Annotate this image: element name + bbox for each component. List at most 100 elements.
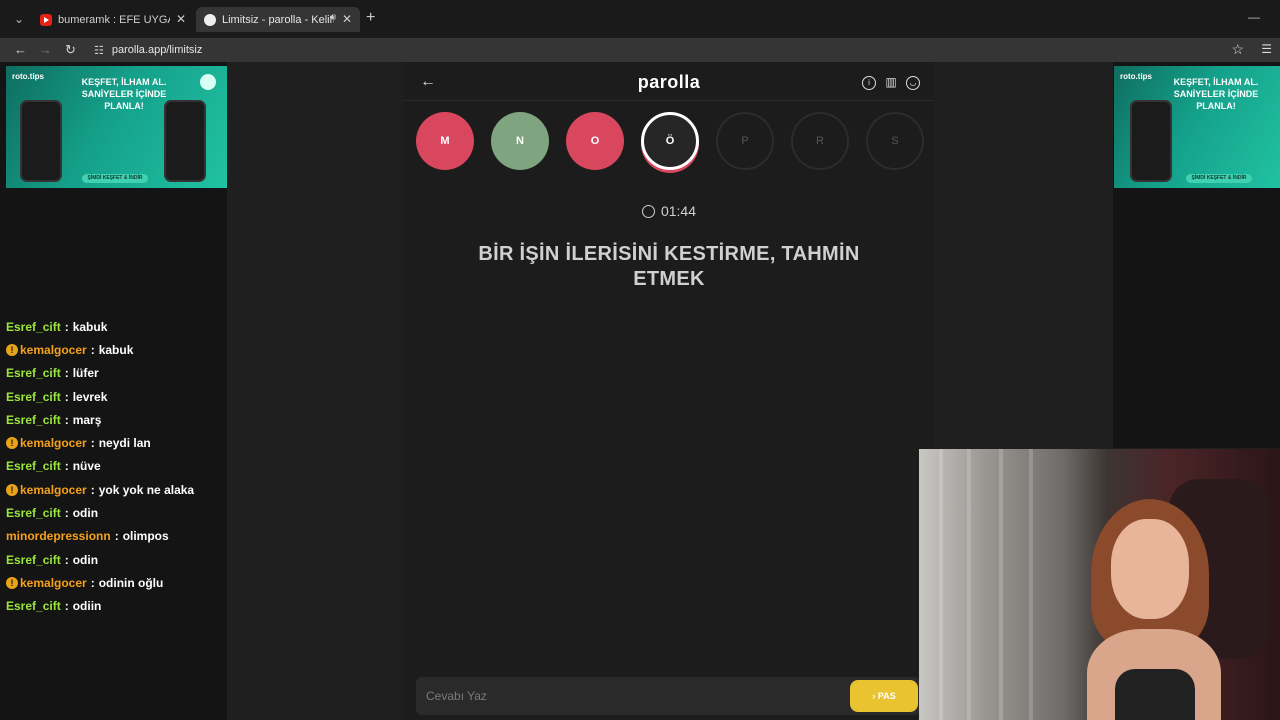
chat-username[interactable]: Esref_cift (6, 599, 61, 613)
chat-separator: : (90, 482, 95, 497)
chat-username[interactable]: Esref_cift (6, 553, 61, 567)
reading-list-icon[interactable]: ☰ (1261, 42, 1272, 56)
site-settings-icon[interactable]: ☷ (94, 44, 104, 57)
tab-title: bumeramk : EFE UYGAC AKIMI (58, 13, 170, 26)
chat-message: Esref_cift: levrek (6, 385, 227, 408)
chat-username[interactable]: Esref_cift (6, 320, 61, 334)
phone-image (164, 100, 206, 182)
chat-message: Esref_cift: marş (6, 408, 227, 431)
ad-cta-button[interactable]: ŞİMDİ KEŞFET & İNDİR (1186, 174, 1252, 183)
chat-message: Esref_cift: odiin (6, 595, 227, 618)
chat-message: Esref_cift: lüfer (6, 362, 227, 385)
tab-search-chevron-icon[interactable]: ⌄ (10, 10, 28, 28)
timer: 01:44 (404, 203, 934, 219)
streamer-top (1115, 669, 1195, 720)
chat-separator: : (90, 575, 95, 590)
chat-username[interactable]: Esref_cift (6, 413, 61, 427)
game-panel: ← parolla i ▥ ◡ MNOÖPRS 01:44 BİR İŞİN İ… (404, 62, 934, 720)
webcam-overlay (919, 449, 1280, 720)
new-tab-plus-icon[interactable]: + (366, 10, 375, 26)
chat-log: Esref_cift: kabuk! kemalgocer: kabuk Esref_c… (6, 315, 227, 618)
chat-message: Esref_cift: kabuk (6, 315, 227, 338)
chat-username[interactable]: Esref_cift (6, 366, 61, 380)
tab-title: Limitsiz - parolla - Kelime oyunu (222, 13, 334, 26)
letter-circle-pending: P (716, 112, 774, 170)
address-bar[interactable]: ☷ parolla.app/limitsiz (86, 39, 1256, 61)
chat-separator: : (64, 319, 69, 334)
question-text: BİR İŞİN İLERİSİNİ KESTİRME, TAHMİN ETME… (478, 243, 860, 290)
chat-text: nüve (72, 459, 101, 474)
back-arrow-icon[interactable]: ← (14, 42, 27, 57)
ad-brand: roto.tips (1120, 72, 1152, 81)
letter-circle-pending: S (866, 112, 924, 170)
chat-text: kabuk (72, 319, 108, 334)
user-profile-icon[interactable]: ◡ (906, 76, 920, 90)
chat-separator: : (64, 506, 69, 521)
phone-image (1130, 100, 1172, 182)
timer-value: 01:44 (660, 203, 697, 219)
chat-text: marş (72, 412, 102, 427)
browser-tab-bar: ⌄ bumeramk : EFE UYGAC AKIMI ✕ Limitsiz … (0, 0, 1280, 38)
chat-text: odinin oğlu (98, 575, 164, 590)
curtain-fold (967, 449, 971, 720)
alert-badge-icon: ! (6, 576, 18, 589)
chat-username[interactable]: kemalgocer (20, 436, 87, 450)
chat-text: lüfer (72, 366, 99, 381)
youtube-icon (40, 13, 52, 26)
chat-username[interactable]: Esref_cift (6, 390, 61, 404)
minimize-icon[interactable]: — (1248, 10, 1260, 24)
clock-icon (641, 205, 655, 218)
chat-separator: : (114, 529, 119, 544)
chat-username[interactable]: kemalgocer (20, 483, 87, 497)
alert-badge-icon: ! (6, 483, 18, 496)
browser-tab-youtube[interactable]: bumeramk : EFE UYGAC AKIMI ✕ (32, 7, 194, 32)
chat-separator: : (64, 412, 69, 427)
chat-text: odin (72, 552, 99, 567)
reload-icon[interactable]: ↻ (65, 42, 76, 58)
pass-button[interactable]: › PAS (850, 680, 918, 712)
stats-bar-chart-icon[interactable]: ▥ (884, 76, 898, 90)
streamer (1079, 499, 1229, 720)
chat-username[interactable]: minordepressionn (6, 529, 111, 543)
parolla-icon (204, 13, 216, 26)
ad-banner-left[interactable]: roto.tips KEŞFET, İLHAM AL. SANİYELER İÇ… (6, 66, 227, 188)
alert-badge-icon: ! (6, 437, 18, 450)
chat-username[interactable]: Esref_cift (6, 459, 61, 473)
browser-toolbar: ← → ↻ ☷ parolla.app/limitsiz ☆ ☰ (0, 38, 1280, 62)
chat-message: minordepressionn: olimpos (6, 525, 227, 548)
letter-circle-active: Ö (641, 112, 699, 170)
letter-circle-correct: N (491, 112, 549, 170)
chat-text: kabuk (98, 342, 134, 357)
ad-brand: roto.tips (12, 72, 44, 81)
chat-text: odiin (72, 599, 102, 614)
letter-circles: MNOÖPRS (404, 112, 934, 174)
streamer-face (1111, 519, 1189, 619)
speaker-icon[interactable]: 🔊︎ (330, 12, 336, 23)
game-header: ← parolla i ▥ ◡ (404, 62, 934, 102)
chat-separator: : (64, 599, 69, 614)
game-logo: parolla (637, 72, 701, 92)
curtain-fold (999, 449, 1003, 720)
ad-cta-button[interactable]: ŞİMDİ KEŞFET & İNDİR (82, 174, 148, 183)
chat-separator: : (64, 389, 69, 404)
chevron-right-icon: › (872, 691, 876, 701)
chat-username[interactable]: kemalgocer (20, 343, 87, 357)
chat-separator: : (90, 342, 95, 357)
info-icon[interactable]: i (862, 76, 876, 90)
chat-separator: : (64, 366, 69, 381)
chat-username[interactable]: kemalgocer (20, 576, 87, 590)
close-tab-icon[interactable]: ✕ (342, 12, 352, 26)
chat-username[interactable]: Esref_cift (6, 506, 61, 520)
chat-message: Esref_cift: odin (6, 501, 227, 524)
url-text[interactable]: parolla.app/limitsiz (112, 44, 202, 56)
answer-input[interactable] (416, 677, 846, 715)
bookmark-star-icon[interactable]: ☆ (1231, 41, 1244, 58)
chat-text: levrek (72, 389, 108, 404)
forward-arrow-icon[interactable]: → (39, 42, 52, 57)
chat-message: Esref_cift: nüve (6, 455, 227, 478)
pass-label: PAS (877, 691, 896, 701)
browser-tab-parolla[interactable]: Limitsiz - parolla - Kelime oyunu 🔊︎ ✕ (196, 7, 360, 32)
ad-banner-right[interactable]: roto.tips KEŞFET, İLHAM AL. SANİYELER İÇ… (1114, 66, 1280, 188)
close-tab-icon[interactable]: ✕ (176, 12, 186, 26)
ad-dot-icon (200, 74, 216, 90)
